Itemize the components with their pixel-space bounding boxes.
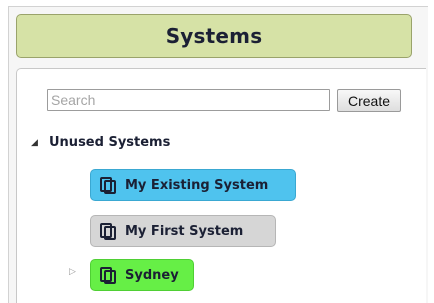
copy-icon <box>100 223 116 240</box>
tree-group-label: Unused Systems <box>49 135 171 150</box>
system-node-label: My First System <box>125 223 244 239</box>
system-node-my-first-system[interactable]: My First System <box>90 215 276 247</box>
copy-icon <box>100 267 116 284</box>
expanded-triangle-icon[interactable]: ◢ <box>31 138 45 148</box>
create-button[interactable]: Create <box>337 89 401 112</box>
system-node-sydney[interactable]: Sydney <box>90 259 194 291</box>
systems-header: Systems <box>16 14 412 58</box>
system-node-label: Sydney <box>125 267 179 283</box>
system-node-my-existing-system[interactable]: My Existing System <box>90 169 296 201</box>
collapsed-triangle-icon[interactable]: ▷ <box>69 267 76 277</box>
page-title: Systems <box>165 24 263 48</box>
system-node-label: My Existing System <box>125 177 269 193</box>
systems-panel: Create ◢ Unused Systems My Existing Syst… <box>16 68 426 303</box>
copy-icon <box>100 177 116 194</box>
tree-group-unused-systems[interactable]: ◢ Unused Systems <box>31 135 170 150</box>
search-input[interactable] <box>47 89 330 111</box>
